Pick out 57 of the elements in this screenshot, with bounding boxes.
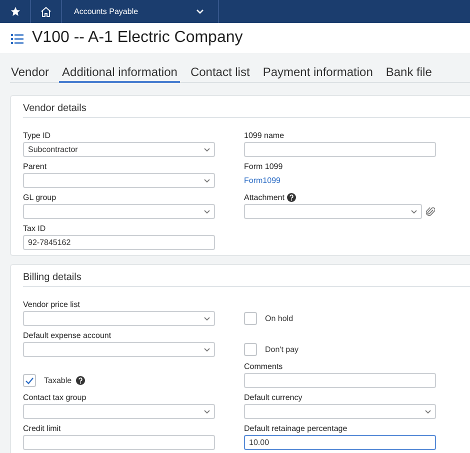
field-label: Default expense account: [23, 331, 112, 340]
field-label: Default currency: [244, 393, 302, 402]
chevron-down-icon: [204, 410, 210, 414]
chevron-down-icon: [204, 316, 210, 320]
field-label: Type ID: [23, 131, 51, 140]
field-label: Comments: [244, 362, 283, 371]
field-label: Attachment: [244, 193, 284, 202]
select-field[interactable]: [244, 404, 436, 419]
input-field[interactable]: [23, 435, 215, 450]
input-field[interactable]: [244, 373, 436, 388]
chevron-down-icon: [204, 148, 210, 152]
chevron-down-icon: [425, 410, 431, 414]
field-label: Vendor price list: [23, 300, 80, 309]
tab[interactable]: Contact list: [187, 65, 253, 83]
list-icon[interactable]: [11, 32, 24, 44]
form-link[interactable]: Form1099: [244, 176, 280, 185]
home-icon: [40, 6, 52, 18]
field-label: Contact tax group: [23, 393, 86, 402]
section-title: Vendor details: [23, 102, 470, 118]
page-title: V100 -- A-1 Electric Company: [32, 29, 243, 47]
checkbox[interactable]: [244, 312, 257, 325]
input-field[interactable]: 10.00: [244, 435, 436, 450]
checkbox-label: Don't pay: [265, 345, 299, 354]
field-label: Form 1099: [244, 162, 283, 171]
checkbox-label: On hold: [265, 314, 294, 323]
chevron-down-icon: [411, 210, 417, 214]
tab[interactable]: Additional information: [59, 65, 180, 83]
field-label: GL group: [23, 193, 56, 202]
select-field[interactable]: [23, 342, 215, 357]
help-icon[interactable]: [76, 376, 85, 385]
checkbox-label: Taxable: [44, 376, 72, 385]
chevron-down-icon: [204, 210, 210, 214]
input-field[interactable]: [244, 142, 436, 157]
help-icon[interactable]: [287, 193, 296, 202]
chevron-down-icon: [204, 178, 210, 182]
paperclip-icon[interactable]: [426, 206, 435, 217]
select-field[interactable]: [23, 311, 215, 326]
select-field[interactable]: Subcontractor: [23, 142, 215, 157]
tab[interactable]: Payment information: [260, 65, 376, 83]
field-label: 1099 name: [244, 131, 284, 140]
section-title: Billing details: [23, 271, 470, 287]
field-label: Default retainage percentage: [244, 424, 348, 433]
select-field[interactable]: [244, 204, 422, 219]
select-field[interactable]: [23, 204, 215, 219]
field-label: Parent: [23, 162, 47, 171]
select-field[interactable]: [23, 173, 215, 188]
chevron-down-icon: [196, 8, 204, 14]
chevron-down-icon: [204, 348, 210, 352]
input-field[interactable]: 92-7845162: [23, 235, 215, 250]
tab[interactable]: Vendor: [10, 65, 52, 83]
checkbox[interactable]: [244, 343, 257, 356]
field-label: Tax ID: [23, 224, 46, 233]
field-label: Credit limit: [23, 424, 61, 433]
select-field[interactable]: [23, 404, 215, 419]
star-icon: [10, 6, 20, 17]
tab[interactable]: Bank file: [382, 65, 435, 83]
checkbox[interactable]: [23, 374, 36, 387]
